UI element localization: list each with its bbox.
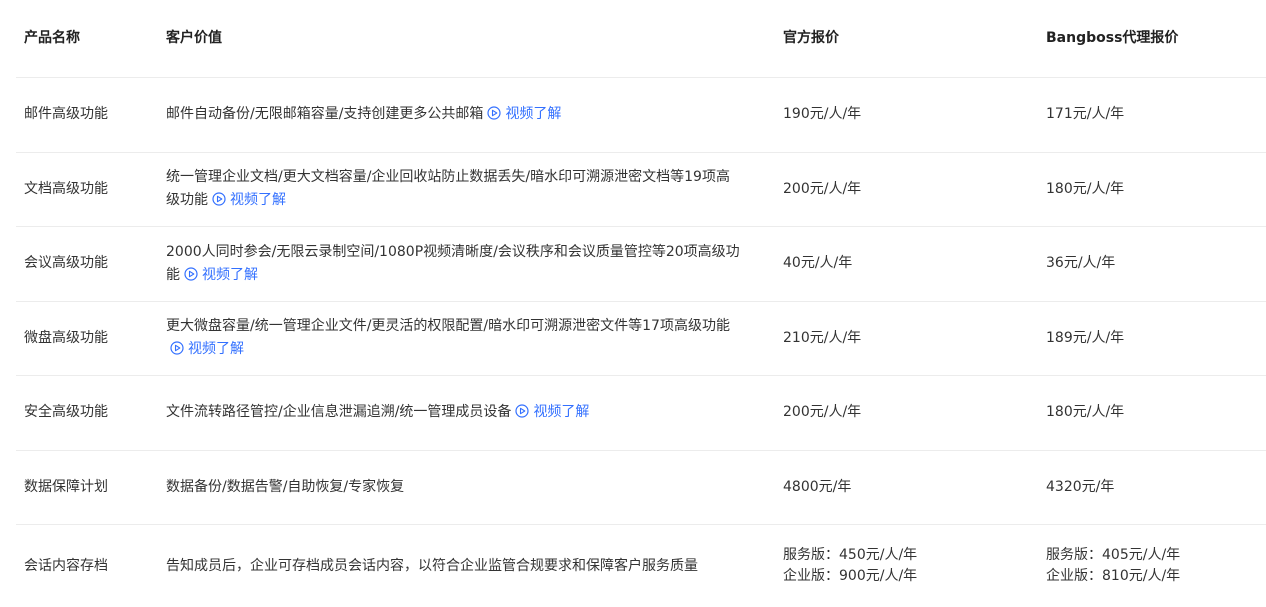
agent-price: 36元/人/年: [1046, 255, 1116, 272]
header-product-name: 产品名称: [24, 30, 80, 46]
video-link-label: 视频了解: [533, 404, 590, 421]
agent-price-service: 服务版：405元/人/年: [1046, 547, 1181, 563]
customer-value: 2000人同时参会/无限云录制空间/1080P视频清晰度/会议秩序和会议质量管控…: [166, 241, 783, 287]
product-name: 数据保障计划: [24, 478, 108, 495]
agent-price: 189元/人/年: [1046, 329, 1125, 346]
official-price-enterprise: 企业版：900元/人/年: [783, 568, 918, 584]
table-row: 邮件高级功能 邮件自动备份/无限邮箱容量/支持创建更多公共邮箱 视频了解 190元…: [16, 78, 1266, 153]
play-circle-icon: [515, 404, 530, 418]
agent-price: 180元/人/年: [1046, 180, 1125, 197]
pricing-table: 产品名称 客户价值 官方报价 Bangboss代理报价 邮件高级功能 邮件自动备…: [16, 0, 1266, 607]
product-name: 邮件高级功能: [24, 106, 108, 123]
official-price: 190元/人/年: [783, 106, 862, 123]
official-price: 210元/人/年: [783, 329, 862, 346]
official-price: 40元/人/年: [783, 255, 853, 272]
customer-value: 统一管理企业文档/更大文档容量/企业回收站防止数据丢失/暗水印可溯源泄密文档等1…: [166, 166, 783, 212]
official-price: 4800元/年: [783, 478, 852, 495]
customer-value-text: 更大微盘容量/统一管理企业文件/更灵活的权限配置/暗水印可溯源泄密文件等17项高…: [166, 318, 730, 335]
table-row: 会议高级功能 2000人同时参会/无限云录制空间/1080P视频清晰度/会议秩序…: [16, 227, 1266, 302]
customer-value: 更大微盘容量/统一管理企业文件/更灵活的权限配置/暗水印可溯源泄密文件等17项高…: [166, 315, 783, 361]
table-row: 会话内容存档 告知成员后，企业可存档成员会话内容，以符合企业监管合规要求和保障客…: [16, 525, 1266, 607]
official-price-service: 服务版：450元/人/年: [783, 547, 918, 563]
customer-value-text: 邮件自动备份/无限邮箱容量/支持创建更多公共邮箱: [166, 106, 484, 123]
header-customer-value: 客户价值: [166, 30, 222, 46]
video-link[interactable]: 视频了解: [184, 267, 258, 283]
product-name: 安全高级功能: [24, 404, 108, 421]
video-link-label: 视频了解: [188, 341, 244, 358]
table-header-row: 产品名称 客户价值 官方报价 Bangboss代理报价: [16, 0, 1266, 78]
product-name: 微盘高级功能: [24, 329, 108, 346]
video-link[interactable]: 视频了解: [212, 192, 286, 208]
table-row: 数据保障计划 数据备份/数据告警/自助恢复/专家恢复 4800元/年 4320元…: [16, 451, 1266, 525]
customer-value: 数据备份/数据告警/自助恢复/专家恢复: [166, 476, 783, 499]
header-agent-price: Bangboss代理报价: [1046, 30, 1179, 46]
agent-price: 4320元/年: [1046, 478, 1115, 495]
product-name: 会议高级功能: [24, 255, 108, 272]
video-link-label: 视频了解: [202, 266, 258, 283]
customer-value: 告知成员后，企业可存档成员会话内容，以符合企业监管合规要求和保障客户服务质量: [166, 555, 783, 578]
video-link-label: 视频了解: [505, 106, 562, 123]
header-official-price: 官方报价: [783, 30, 839, 46]
official-price: 200元/人/年: [783, 180, 862, 197]
video-link[interactable]: 视频了解: [515, 404, 589, 420]
video-link[interactable]: 视频了解: [487, 106, 561, 122]
customer-value: 文件流转路径管控/企业信息泄漏追溯/统一管理成员设备 视频了解: [166, 401, 783, 424]
official-price: 200元/人/年: [783, 404, 862, 421]
play-circle-icon: [487, 106, 502, 120]
agent-price-enterprise: 企业版：810元/人/年: [1046, 568, 1181, 584]
play-circle-icon: [212, 192, 226, 206]
video-link[interactable]: 视频了解: [170, 341, 244, 357]
product-name: 文档高级功能: [24, 180, 108, 197]
play-circle-icon: [170, 341, 184, 355]
product-name: 会话内容存档: [24, 557, 108, 574]
video-link-label: 视频了解: [230, 192, 286, 209]
agent-price: 171元/人/年: [1046, 106, 1125, 123]
table-row: 文档高级功能 统一管理企业文档/更大文档容量/企业回收站防止数据丢失/暗水印可溯…: [16, 153, 1266, 227]
table-row: 安全高级功能 文件流转路径管控/企业信息泄漏追溯/统一管理成员设备 视频了解 20…: [16, 376, 1266, 451]
agent-price: 180元/人/年: [1046, 404, 1125, 421]
play-circle-icon: [184, 267, 198, 281]
customer-value-text: 文件流转路径管控/企业信息泄漏追溯/统一管理成员设备: [166, 404, 512, 421]
agent-price: 服务版：405元/人/年 企业版：810元/人/年: [1046, 545, 1266, 587]
customer-value-text: 告知成员后，企业可存档成员会话内容，以符合企业监管合规要求和保障客户服务质量: [166, 557, 698, 574]
customer-value-text: 数据备份/数据告警/自助恢复/专家恢复: [166, 478, 405, 495]
official-price: 服务版：450元/人/年 企业版：900元/人/年: [783, 545, 1046, 587]
customer-value: 邮件自动备份/无限邮箱容量/支持创建更多公共邮箱 视频了解: [166, 103, 783, 126]
table-row: 微盘高级功能 更大微盘容量/统一管理企业文件/更灵活的权限配置/暗水印可溯源泄密…: [16, 302, 1266, 376]
